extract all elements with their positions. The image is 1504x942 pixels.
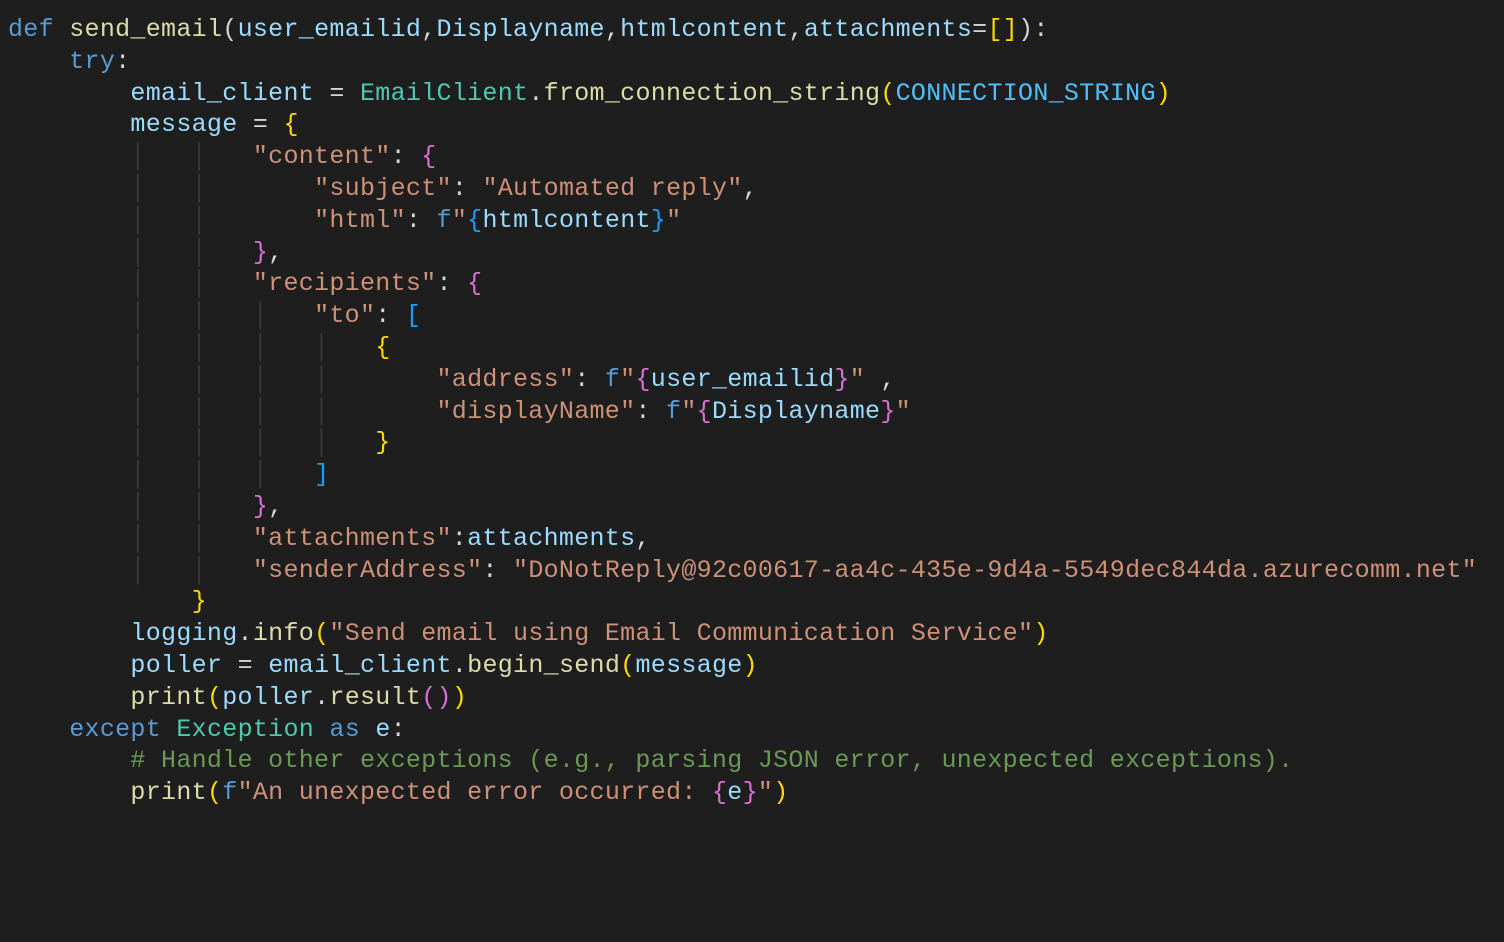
code-line: │ │ │ │ "displayName": f"{Displayname}" [8,397,911,426]
code-line: │ │ "html": f"{htmlcontent}" [8,206,681,235]
code-line: poller = email_client.begin_send(message… [8,651,758,680]
code-line: except Exception as e: [8,715,406,744]
code-line: │ │ }, [8,492,283,521]
code-line: } [8,587,207,616]
code-line: │ │ "content": { [8,142,437,171]
code-line: │ │ }, [8,238,283,267]
code-line: logging.info("Send email using Email Com… [8,619,1049,648]
code-line: │ │ │ │ { [8,333,391,362]
code-line: print(f"An unexpected error occurred: {e… [8,778,789,807]
code-line: try: [8,47,130,76]
code-line: │ │ "recipients": { [8,269,482,298]
code-line: │ │ │ │ "address": f"{user_emailid}" , [8,365,896,394]
code-line: │ │ "attachments":attachments, [8,524,651,553]
code-line: # Handle other exceptions (e.g., parsing… [8,746,1293,775]
code-line: │ │ "senderAddress": "DoNotReply@92c0061… [8,556,1477,585]
code-line: │ │ "subject": "Automated reply", [8,174,758,203]
code-line: │ │ │ ] [8,460,329,489]
code-line: message = { [8,110,299,139]
code-line: │ │ │ "to": [ [8,301,421,330]
code-line: │ │ │ │ } [8,428,391,457]
code-line: def send_email(user_emailid,Displayname,… [8,15,1049,44]
code-editor[interactable]: def send_email(user_emailid,Displayname,… [0,0,1504,823]
code-line: email_client = EmailClient.from_connecti… [8,79,1171,108]
code-line: print(poller.result()) [8,683,467,712]
